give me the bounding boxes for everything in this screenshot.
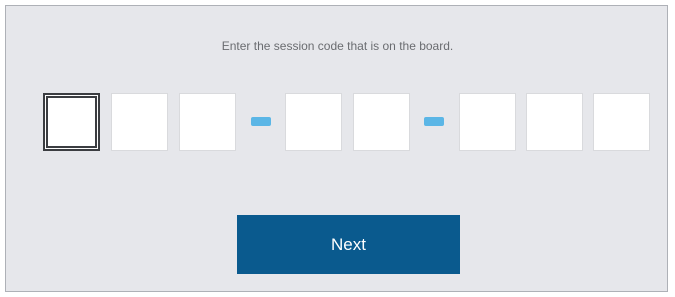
code-input-6[interactable]: [459, 93, 516, 151]
code-separator-1: [251, 117, 271, 126]
session-code-panel: Enter the session code that is on the bo…: [5, 5, 668, 292]
next-button[interactable]: Next: [237, 215, 460, 274]
code-input-3[interactable]: [179, 93, 236, 151]
code-input-1[interactable]: [43, 93, 100, 151]
code-input-4[interactable]: [285, 93, 342, 151]
code-input-7[interactable]: [526, 93, 583, 151]
code-input-2[interactable]: [111, 93, 168, 151]
code-input-5[interactable]: [353, 93, 410, 151]
code-input-8[interactable]: [593, 93, 650, 151]
code-separator-2: [424, 117, 444, 126]
